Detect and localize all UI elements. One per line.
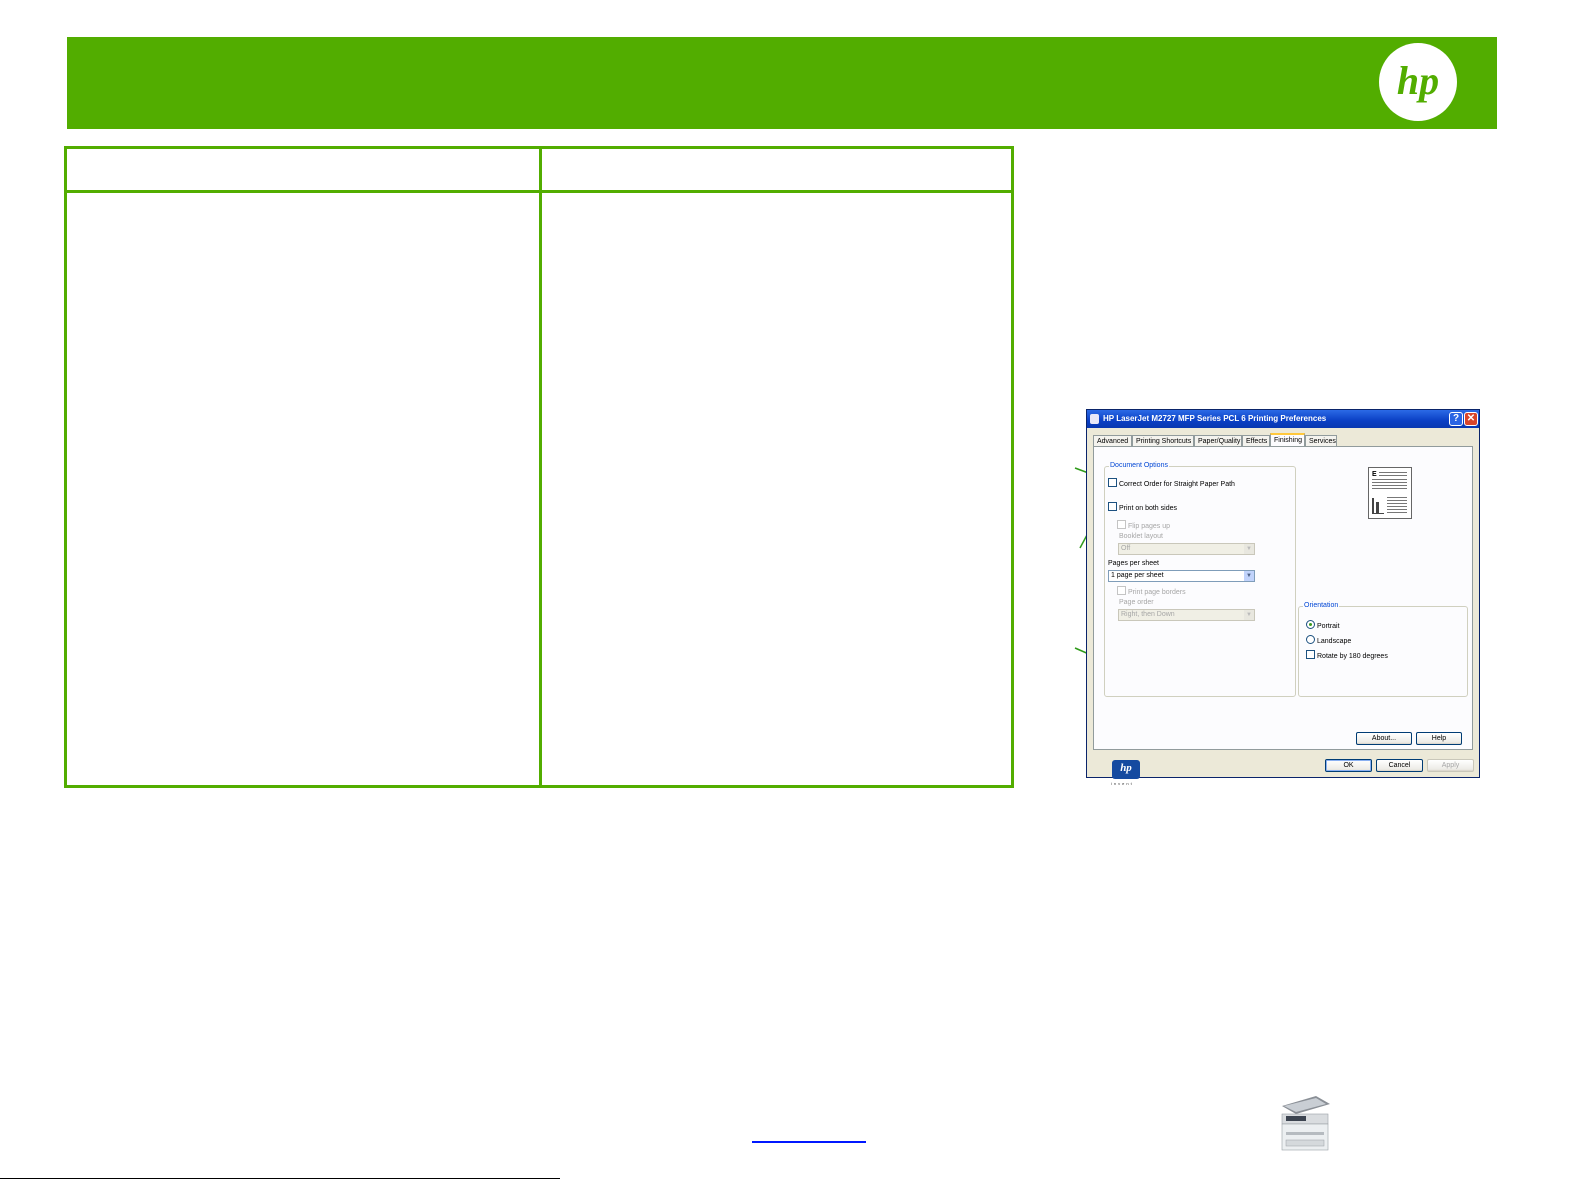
page-order-value: Right, then Down — [1121, 611, 1175, 618]
print-both-sides-checkbox[interactable]: Print on both sides — [1108, 502, 1177, 513]
landscape-radio[interactable]: Landscape — [1306, 635, 1351, 646]
cancel-button[interactable]: Cancel — [1376, 759, 1423, 772]
tab-effects[interactable]: Effects — [1242, 435, 1270, 446]
pages-per-sheet-label: Pages per sheet — [1108, 560, 1159, 567]
portrait-radio[interactable]: Portrait — [1306, 620, 1340, 631]
checkbox-box[interactable] — [1306, 650, 1315, 659]
landscape-label: Landscape — [1317, 638, 1352, 645]
chevron-down-icon: ▼ — [1244, 610, 1254, 620]
document-options-label: Document Options — [1109, 462, 1169, 469]
tab-finishing[interactable]: Finishing — [1270, 433, 1305, 447]
document-options-group: Document Options Correct Order for Strai… — [1104, 462, 1296, 697]
hp-invent-logo: hp — [1112, 760, 1140, 779]
checkbox-box[interactable] — [1108, 502, 1117, 511]
hp-logo-icon: hp — [1379, 43, 1457, 121]
hp-invent-logo-text: hp — [1120, 762, 1132, 774]
titlebar-close-button[interactable]: ✕ — [1464, 412, 1478, 426]
tab-advanced[interactable]: Advanced — [1093, 435, 1132, 446]
booklet-layout-value: Off — [1121, 545, 1131, 552]
finishing-tab-panel: Document Options Correct Order for Strai… — [1093, 446, 1473, 786]
page-order-label: Page order — [1119, 599, 1154, 606]
rotate-180-label: Rotate by 180 degrees — [1317, 653, 1388, 660]
pages-per-sheet-select[interactable]: 1 page per sheet ▼ — [1108, 570, 1255, 582]
pages-per-sheet-value: 1 page per sheet — [1111, 572, 1164, 579]
dialog-title: HP LaserJet M2727 MFP Series PCL 6 Print… — [1103, 414, 1327, 423]
page-preview-image: E — [1368, 467, 1412, 519]
chevron-down-icon: ▼ — [1244, 571, 1254, 581]
checkbox-box[interactable] — [1108, 478, 1117, 487]
checkbox-box[interactable] — [1117, 520, 1126, 529]
printing-preferences-dialog: HP LaserJet M2727 MFP Series PCL 6 Print… — [1086, 409, 1480, 786]
hp-invent-sub: invent — [1111, 781, 1134, 786]
printer-app-icon — [1090, 414, 1099, 424]
portrait-label: Portrait — [1317, 623, 1340, 630]
flip-pages-up-checkbox[interactable]: Flip pages up — [1117, 520, 1170, 531]
orientation-label: Orientation — [1303, 602, 1340, 609]
print-page-borders-label: Print page borders — [1128, 589, 1186, 596]
dialog-titlebar[interactable]: HP LaserJet M2727 MFP Series PCL 6 Print… — [1087, 410, 1479, 428]
rotate-180-checkbox[interactable]: Rotate by 180 degrees — [1306, 650, 1388, 661]
footer-link-underline[interactable] — [752, 1141, 866, 1143]
titlebar-help-button[interactable]: ? — [1449, 412, 1463, 426]
page-order-select[interactable]: Right, then Down ▼ — [1118, 609, 1255, 621]
chevron-down-icon: ▼ — [1244, 544, 1254, 554]
page-preview-icon: E — [1372, 471, 1407, 514]
svg-text:E: E — [1372, 471, 1377, 478]
booklet-layout-select[interactable]: Off ▼ — [1118, 543, 1255, 555]
correct-order-label: Correct Order for Straight Paper Path — [1119, 481, 1235, 488]
header-banner — [67, 37, 1497, 129]
ok-button[interactable]: OK — [1325, 759, 1372, 772]
correct-order-checkbox[interactable]: Correct Order for Straight Paper Path — [1108, 478, 1235, 489]
print-page-borders-checkbox[interactable]: Print page borders — [1117, 586, 1186, 597]
apply-button[interactable]: Apply — [1427, 759, 1474, 772]
footer-rule — [0, 1178, 560, 1179]
radio-button[interactable] — [1306, 620, 1315, 629]
radio-button[interactable] — [1306, 635, 1315, 644]
flip-pages-up-label: Flip pages up — [1128, 523, 1171, 530]
table-column-divider — [539, 149, 542, 785]
booklet-layout-label: Booklet layout — [1119, 533, 1163, 540]
tab-paper-quality[interactable]: Paper/Quality — [1194, 435, 1242, 446]
about-button[interactable]: About... — [1356, 732, 1412, 745]
tab-services[interactable]: Services — [1305, 435, 1337, 446]
printer-image-icon — [1281, 1096, 1330, 1151]
checkbox-box[interactable] — [1117, 586, 1126, 595]
hp-logo-text: hp — [1397, 58, 1439, 103]
document-table — [64, 146, 1014, 788]
help-button[interactable]: Help — [1416, 732, 1462, 745]
orientation-group: Orientation Portrait Landscape Rotate by… — [1298, 602, 1468, 697]
print-both-sides-label: Print on both sides — [1119, 505, 1177, 512]
tab-printing-shortcuts[interactable]: Printing Shortcuts — [1132, 435, 1194, 446]
